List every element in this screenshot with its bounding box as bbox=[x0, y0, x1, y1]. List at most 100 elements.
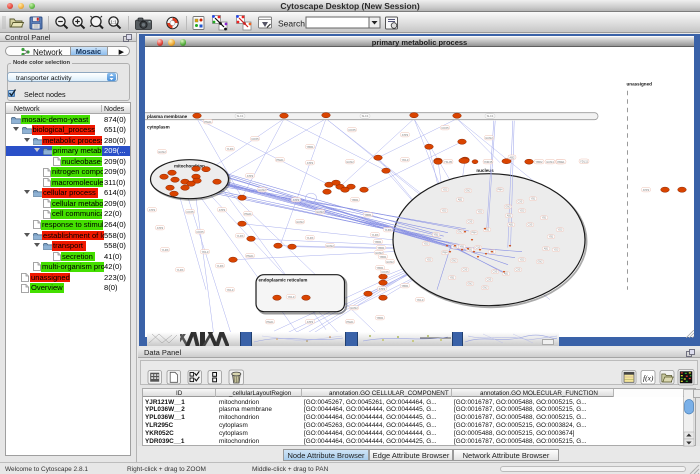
svg-text:COX5: COX5 bbox=[348, 128, 356, 132]
svg-text:YB1: YB1 bbox=[542, 217, 547, 220]
svg-text:endoplasmic reticulum: endoplasmic reticulum bbox=[259, 278, 308, 283]
svg-text:PM4: PM4 bbox=[472, 232, 478, 235]
svg-text:YB1: YB1 bbox=[531, 198, 536, 201]
svg-text:YDL11: YDL11 bbox=[580, 160, 589, 164]
svg-text:YBR1: YBR1 bbox=[376, 316, 384, 320]
svg-text:PMA1: PMA1 bbox=[266, 320, 274, 324]
svg-text:PM4: PM4 bbox=[443, 252, 449, 255]
svg-text:YBR1: YBR1 bbox=[401, 284, 409, 288]
svg-text:CX5: CX5 bbox=[487, 279, 492, 282]
svg-text:f(x): f(x) bbox=[643, 374, 654, 383]
svg-text:YLR3: YLR3 bbox=[162, 248, 169, 252]
svg-text:YD3: YD3 bbox=[424, 243, 429, 246]
svg-text:YBR1: YBR1 bbox=[351, 198, 359, 202]
svg-text:ATP2: ATP2 bbox=[247, 174, 254, 178]
svg-text:COX5: COX5 bbox=[196, 230, 204, 234]
svg-text:YBR2: YBR2 bbox=[535, 160, 543, 164]
svg-text:ATP2: ATP2 bbox=[157, 226, 164, 230]
svg-text:PM4: PM4 bbox=[498, 189, 504, 192]
svg-text:YBR1: YBR1 bbox=[306, 145, 314, 149]
svg-text:YBR1: YBR1 bbox=[374, 240, 382, 244]
svg-text:PMA1: PMA1 bbox=[204, 120, 212, 124]
svg-text:CX5: CX5 bbox=[468, 221, 473, 224]
svg-text:ATP2: ATP2 bbox=[293, 198, 300, 202]
svg-text:PMA1: PMA1 bbox=[276, 158, 284, 162]
svg-text:GCN2: GCN2 bbox=[296, 220, 304, 224]
svg-text:GCN2: GCN2 bbox=[316, 210, 324, 214]
svg-text:YDR45: YDR45 bbox=[484, 160, 493, 164]
svg-text:CX5: CX5 bbox=[528, 224, 533, 227]
svg-text:GN2: GN2 bbox=[538, 261, 544, 264]
svg-text:YLR3: YLR3 bbox=[217, 264, 224, 268]
svg-text:YBR1: YBR1 bbox=[379, 255, 387, 259]
svg-text:YLR3: YLR3 bbox=[177, 268, 184, 272]
svg-text:AB1: AB1 bbox=[458, 199, 463, 202]
svg-text:YDL0: YDL0 bbox=[227, 288, 234, 292]
svg-text:GCN2: GCN2 bbox=[485, 136, 493, 140]
svg-text:unassigned: unassigned bbox=[626, 82, 652, 87]
svg-text:GN2: GN2 bbox=[506, 206, 512, 209]
svg-text:PMA1: PMA1 bbox=[346, 320, 354, 324]
svg-text:cytoplasm: cytoplasm bbox=[147, 125, 170, 130]
svg-text:YDL0: YDL0 bbox=[288, 295, 295, 299]
svg-text:ATP2: ATP2 bbox=[402, 133, 409, 137]
svg-text:GCN2: GCN2 bbox=[386, 260, 394, 264]
svg-text:YDL0: YDL0 bbox=[417, 298, 424, 302]
svg-text:YDL0: YDL0 bbox=[402, 158, 409, 162]
svg-text:YBR1: YBR1 bbox=[377, 246, 385, 250]
svg-text:GN2: GN2 bbox=[483, 287, 489, 290]
svg-text:ATP2: ATP2 bbox=[379, 287, 386, 291]
svg-text:GCN2: GCN2 bbox=[158, 150, 166, 154]
svg-text:GCN4: GCN4 bbox=[546, 160, 554, 164]
svg-text:GCN2: GCN2 bbox=[375, 251, 383, 255]
svg-text:SLC4: SLC4 bbox=[362, 114, 369, 118]
svg-text:YD3: YD3 bbox=[554, 249, 559, 252]
svg-text:1:1: 1:1 bbox=[110, 20, 117, 25]
svg-text:YBR1: YBR1 bbox=[364, 213, 372, 217]
svg-text:SLC4: SLC4 bbox=[237, 114, 244, 118]
svg-text:COX5: COX5 bbox=[441, 126, 449, 130]
svg-text:PMA1: PMA1 bbox=[244, 212, 252, 216]
svg-text:PMA1: PMA1 bbox=[246, 254, 254, 258]
svg-text:COX5: COX5 bbox=[381, 270, 389, 274]
svg-text:CX5: CX5 bbox=[463, 269, 468, 272]
svg-text:ATP2: ATP2 bbox=[307, 320, 314, 324]
svg-text:ATP2: ATP2 bbox=[219, 208, 226, 212]
svg-text:YD3: YD3 bbox=[520, 210, 525, 213]
svg-text:ATP2: ATP2 bbox=[643, 188, 650, 192]
svg-text:YLR3: YLR3 bbox=[307, 236, 314, 240]
svg-text:YLR3: YLR3 bbox=[227, 147, 234, 151]
svg-text:GN2: GN2 bbox=[466, 190, 472, 193]
svg-text:GCN2: GCN2 bbox=[258, 188, 266, 192]
svg-text:YLR3: YLR3 bbox=[372, 233, 379, 237]
svg-text:SLC4: SLC4 bbox=[487, 114, 494, 118]
svg-text:Search:: Search: bbox=[278, 19, 307, 29]
svg-text:YD3: YD3 bbox=[478, 211, 483, 214]
svg-text:AB1: AB1 bbox=[507, 215, 512, 218]
svg-text:PDE1: PDE1 bbox=[557, 160, 565, 164]
svg-text:AB2: AB2 bbox=[509, 156, 515, 160]
svg-text:YD3: YD3 bbox=[442, 210, 447, 213]
svg-text:AB1: AB1 bbox=[509, 224, 514, 227]
svg-text:CX5: CX5 bbox=[516, 269, 521, 272]
svg-text:ATP2: ATP2 bbox=[307, 161, 314, 165]
svg-text:GCN2: GCN2 bbox=[346, 160, 354, 164]
svg-text:YB1: YB1 bbox=[434, 234, 439, 237]
svg-text:YDL0: YDL0 bbox=[202, 250, 209, 254]
svg-text:CX5: CX5 bbox=[518, 201, 523, 204]
svg-text:CX5: CX5 bbox=[493, 271, 498, 274]
svg-text:AB1: AB1 bbox=[544, 248, 549, 251]
svg-text:YD3: YD3 bbox=[427, 259, 432, 262]
svg-text:YLR3: YLR3 bbox=[385, 228, 392, 232]
svg-text:YD3: YD3 bbox=[443, 189, 448, 192]
svg-text:COX5: COX5 bbox=[186, 210, 194, 214]
svg-text:mitochondrion: mitochondrion bbox=[174, 164, 205, 169]
svg-text:YB1: YB1 bbox=[450, 277, 455, 280]
svg-text:AB1: AB1 bbox=[504, 273, 509, 276]
svg-text:YKL05: YKL05 bbox=[444, 160, 453, 164]
svg-text:YD3: YD3 bbox=[558, 229, 563, 232]
svg-text:YLR3: YLR3 bbox=[237, 234, 244, 238]
svg-text:GN2: GN2 bbox=[452, 260, 458, 263]
svg-text:GCN2: GCN2 bbox=[350, 306, 358, 310]
svg-text:COX5: COX5 bbox=[251, 137, 259, 141]
